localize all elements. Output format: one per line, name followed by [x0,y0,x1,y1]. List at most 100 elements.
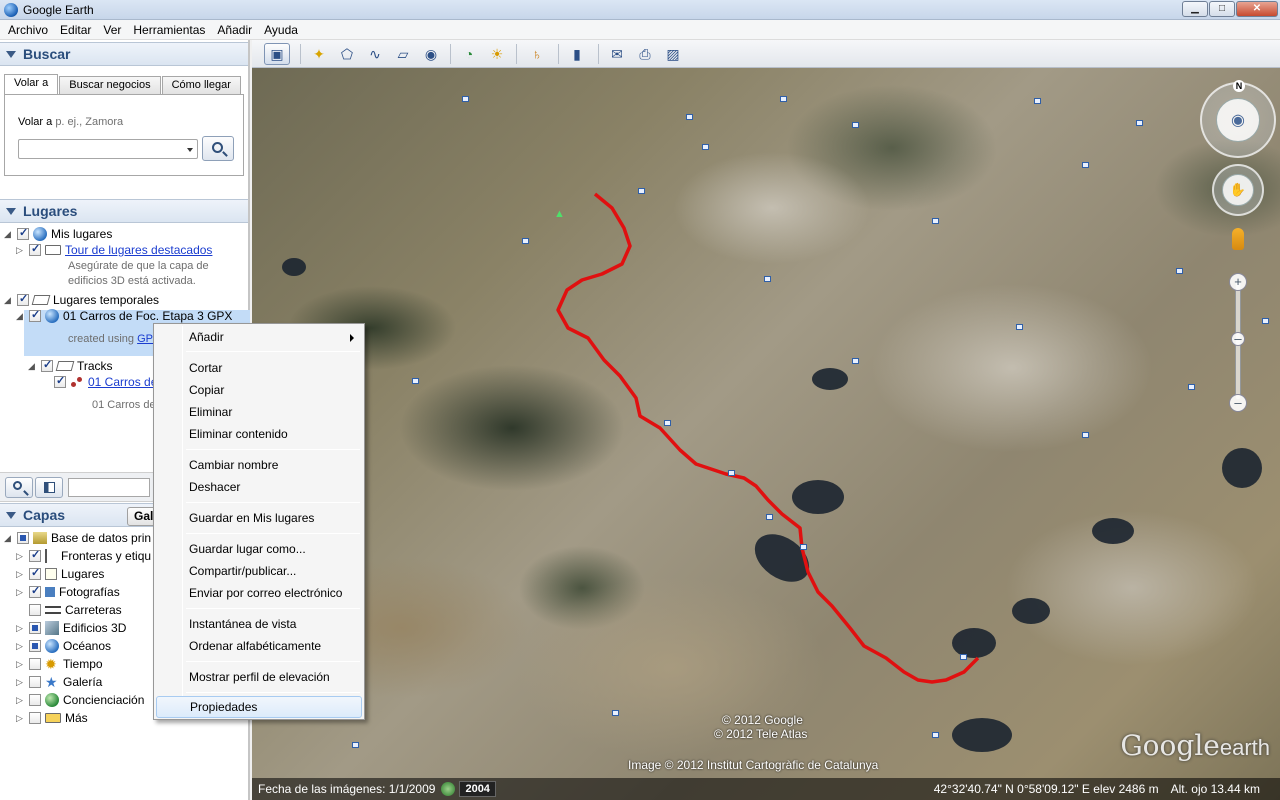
map-pin-icon[interactable] [1188,384,1195,390]
layer-item-more[interactable]: ▷ Más [16,709,88,727]
expand-icon[interactable]: ▷ [16,587,25,597]
map-pin-icon[interactable] [1034,98,1041,104]
map-pin-icon[interactable] [1262,318,1269,324]
map-pin-icon[interactable] [764,276,771,282]
gpx-track-line[interactable] [556,192,980,684]
expand-icon[interactable]: ▷ [16,623,25,633]
expand-icon[interactable]: ▷ [16,695,25,705]
tab-buscar-negocios[interactable]: Buscar negocios [59,76,161,94]
checkbox[interactable] [29,640,41,652]
save-image-button[interactable]: ▨ [660,43,686,65]
record-tour-button[interactable]: ◉ [418,43,444,65]
map-pin-icon[interactable] [932,732,939,738]
map-view[interactable]: ▲ N ◉ ✋ + – – © 2012 Google © 2012 Tele … [252,68,1280,800]
layer-item-borders[interactable]: ▷ Fronteras y etiqu [16,547,151,565]
switch-planet-button[interactable]: ♄ [524,43,550,65]
map-pin-icon[interactable] [1082,432,1089,438]
sidebar-toggle-button[interactable]: ▣ [264,43,290,65]
menu-item-elevation-profile[interactable]: Mostrar perfil de elevación [156,666,362,688]
checkbox[interactable] [29,584,41,598]
map-pin-icon[interactable] [1016,324,1023,330]
map-pin-icon[interactable] [766,514,773,520]
search-button[interactable] [202,136,234,161]
move-control[interactable]: ✋ [1212,164,1264,216]
tree-item-track[interactable]: 01 Carros de [54,373,157,391]
checkbox[interactable] [41,358,53,372]
menu-item-delete-contents[interactable]: Eliminar contenido [156,423,362,445]
places-panel-header[interactable]: Lugares [0,199,248,223]
tab-como-llegar[interactable]: Cómo llegar [161,76,241,94]
tour-link[interactable]: Tour de lugares destacados [65,243,212,257]
search-panel-header[interactable]: Buscar [0,42,248,66]
historical-clock-icon[interactable] [441,782,456,796]
menu-herramientas[interactable]: Herramientas [127,23,211,37]
checkbox[interactable] [29,566,41,580]
menu-item-sort[interactable]: Ordenar alfabéticamente [156,635,362,657]
map-pin-icon[interactable] [1176,268,1183,274]
add-path-button[interactable]: ∿ [362,43,388,65]
checkbox[interactable] [29,712,41,724]
checkbox[interactable] [17,226,29,240]
expand-icon[interactable]: ◢ [16,311,25,321]
checkbox[interactable] [29,694,41,706]
menu-ver[interactable]: Ver [97,23,127,37]
map-pin-icon[interactable] [852,122,859,128]
north-indicator[interactable]: N [1233,80,1245,92]
start-marker-icon[interactable]: ▲ [554,208,565,220]
map-pin-icon[interactable] [780,96,787,102]
maximize-button[interactable]: □ [1209,1,1235,17]
checkbox[interactable] [17,292,29,306]
menu-item-rename[interactable]: Cambiar nombre [156,454,362,476]
close-button[interactable]: ✕ [1236,1,1278,17]
map-pin-icon[interactable] [852,358,859,364]
sunlight-button[interactable]: ☀ [484,43,510,65]
map-pin-icon[interactable] [728,470,735,476]
zoom-slider-handle[interactable]: – [1231,332,1245,346]
map-pin-icon[interactable] [638,188,645,194]
map-pin-icon[interactable] [686,114,693,120]
map-pin-icon[interactable] [664,420,671,426]
places-search-button[interactable] [5,477,33,498]
checkbox[interactable] [29,548,41,562]
map-pin-icon[interactable] [932,218,939,224]
minimize-button[interactable]: ▁ [1182,1,1208,17]
toggle-panel-button[interactable] [35,477,63,498]
checkbox[interactable] [29,604,41,616]
expand-icon[interactable]: ▷ [16,551,25,561]
layer-item-weather[interactable]: ▷ ✹ Tiempo [16,655,103,673]
menu-item-undo[interactable]: Deshacer [156,476,362,498]
expand-icon[interactable]: ◢ [28,361,37,371]
menu-item-copy[interactable]: Copiar [156,379,362,401]
track-link[interactable]: 01 Carros de [88,375,157,389]
checkbox[interactable] [17,532,29,544]
menu-item-add[interactable]: Añadir [156,326,362,348]
layer-item-photos[interactable]: ▷ Fotografías [16,583,120,601]
checkbox[interactable] [29,658,41,670]
historical-imagery-button[interactable]: ◔ [456,43,482,65]
email-button[interactable]: ✉ [604,43,630,65]
menu-item-cut[interactable]: Cortar [156,357,362,379]
expand-icon[interactable]: ▷ [16,569,25,579]
map-pin-icon[interactable] [800,544,807,550]
places-filter-input[interactable] [68,478,150,497]
map-pin-icon[interactable] [702,144,709,150]
menu-item-save-my-places[interactable]: Guardar en Mis lugares [156,507,362,529]
zoom-out-button[interactable]: – [1229,394,1247,412]
tab-volar-a[interactable]: Volar a [4,74,59,94]
expand-icon[interactable]: ◢ [4,295,13,305]
add-overlay-button[interactable]: ▱ [390,43,416,65]
map-pin-icon[interactable] [612,710,619,716]
menu-item-save-place-as[interactable]: Guardar lugar como... [156,538,362,560]
layer-item-places[interactable]: ▷ Lugares [16,565,104,583]
checkbox[interactable] [29,242,41,256]
checkbox[interactable] [54,374,66,388]
map-pin-icon[interactable] [352,742,359,748]
zoom-in-button[interactable]: + [1229,273,1247,291]
menu-anadir[interactable]: Añadir [211,23,258,37]
menu-item-share[interactable]: Compartir/publicar... [156,560,362,582]
expand-icon[interactable]: ◢ [4,229,13,239]
add-polygon-button[interactable]: ⬠ [334,43,360,65]
street-view-pegman-icon[interactable] [1232,228,1244,250]
map-pin-icon[interactable] [412,378,419,384]
map-pin-icon[interactable] [1136,120,1143,126]
